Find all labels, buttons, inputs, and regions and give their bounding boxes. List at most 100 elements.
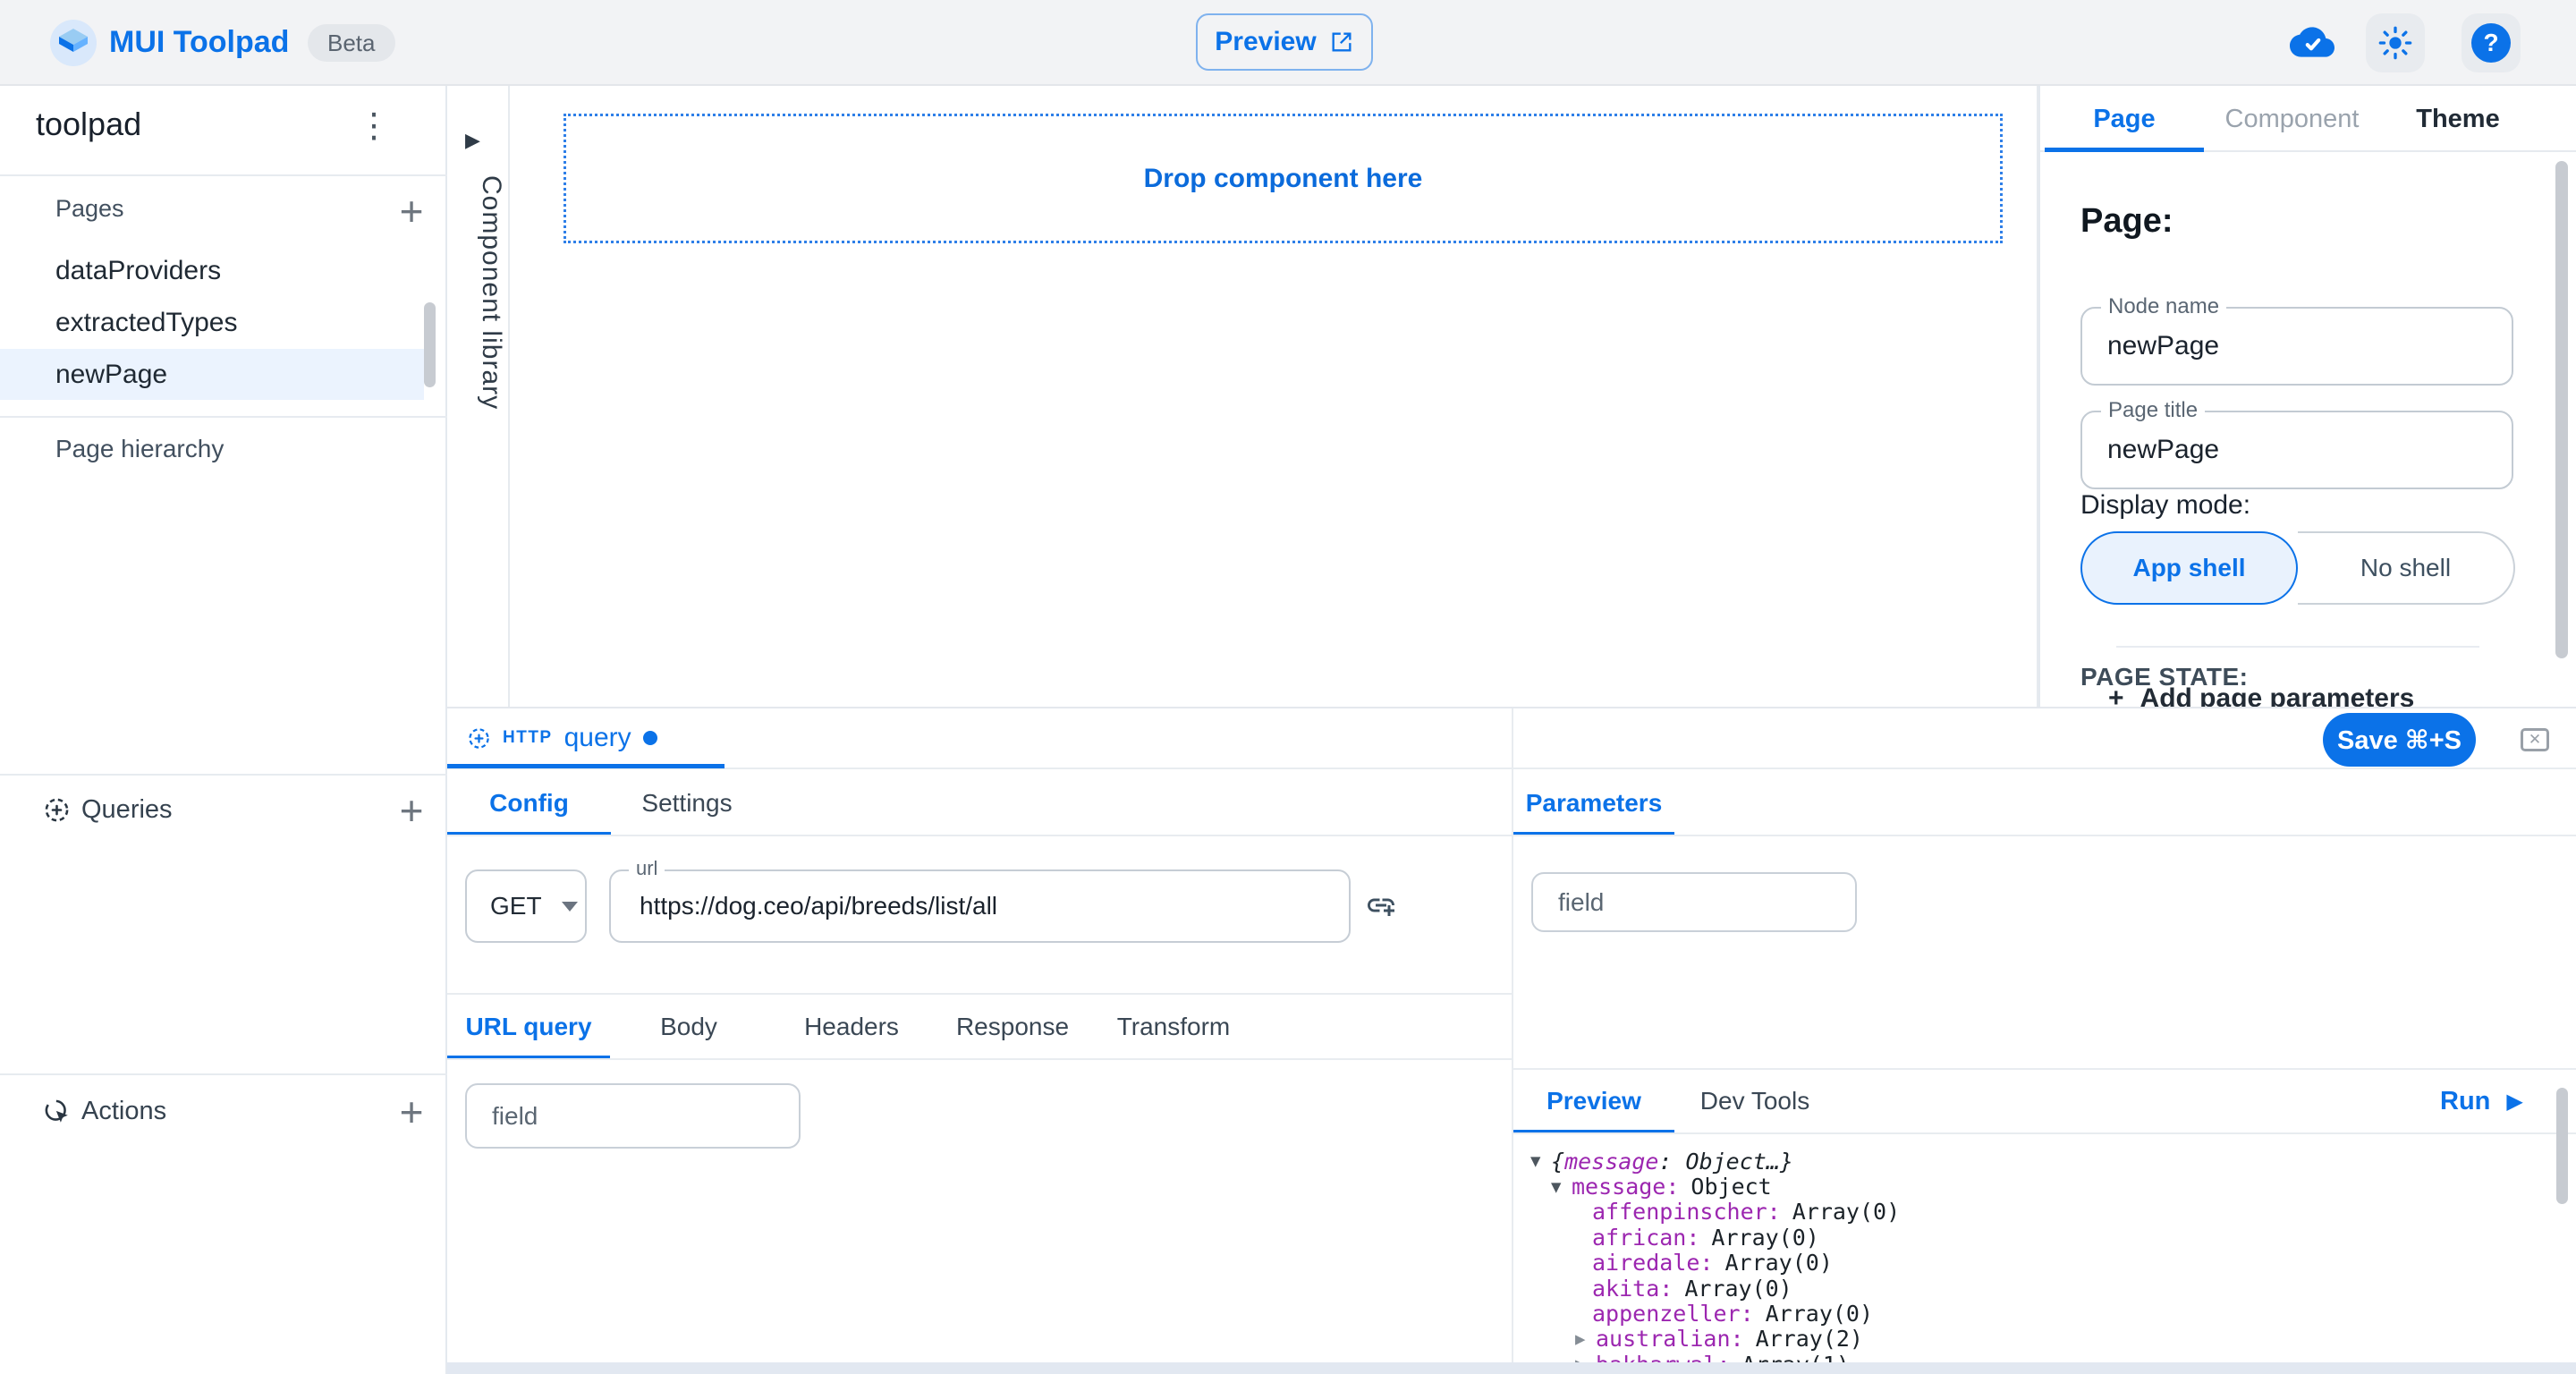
toolpad-logo-icon[interactable] xyxy=(50,20,97,66)
page-title-label: Page title xyxy=(2101,398,2205,423)
request-tabs: URL query Body Headers Response Transfor… xyxy=(447,993,1258,1060)
beta-badge: Beta xyxy=(308,24,395,62)
tab-headers[interactable]: Headers xyxy=(767,993,936,1060)
sun-icon xyxy=(2377,25,2413,61)
display-mode-app-shell[interactable]: App shell xyxy=(2080,531,2298,605)
tab-response[interactable]: Response xyxy=(936,993,1089,1060)
inspector-scrollbar-thumb[interactable] xyxy=(2555,161,2568,658)
explorer-sidebar: toolpad ⋮ Pages + dataProviders extracte… xyxy=(0,86,447,1374)
help-button[interactable]: ? xyxy=(2462,13,2521,72)
tab-parameters[interactable]: Parameters xyxy=(1513,769,1674,836)
tab-theme[interactable]: Theme xyxy=(2380,86,2536,152)
parameters-field-input[interactable] xyxy=(1533,874,1855,930)
component-library-panel[interactable]: ▶ Component library xyxy=(447,86,510,707)
actions-section-header[interactable]: Actions xyxy=(43,1097,166,1126)
sidebar-item-dataProviders[interactable]: dataProviders xyxy=(0,245,424,296)
inspector-tabs: Page Component Theme xyxy=(2040,86,2576,152)
add-query-button[interactable]: + xyxy=(390,789,433,832)
result-scrollbar-thumb[interactable] xyxy=(2556,1088,2568,1204)
result-tabs: Preview Dev Tools xyxy=(1513,1068,1835,1135)
component-library-label: Component library xyxy=(447,175,506,410)
tab-component[interactable]: Component xyxy=(2204,86,2380,152)
sidebar-item-extractedTypes[interactable]: extractedTypes xyxy=(0,297,424,348)
tab-transform[interactable]: Transform xyxy=(1089,993,1258,1060)
tree-value: Array(0) xyxy=(1766,1301,1873,1327)
preview-button-label: Preview xyxy=(1215,27,1316,57)
tab-label: Response xyxy=(956,1013,1069,1041)
add-page-parameters-button[interactable]: + Add page parameters xyxy=(2108,683,2414,707)
divider xyxy=(1513,835,2576,836)
query-icon xyxy=(43,796,71,824)
preview-button[interactable]: Preview xyxy=(1196,13,1373,71)
page-hierarchy-label[interactable]: Page hierarchy xyxy=(55,435,224,463)
node-name-input[interactable] xyxy=(2082,309,2512,384)
pages-scrollbar-thumb[interactable] xyxy=(424,302,436,387)
http-method-select[interactable]: GET xyxy=(465,869,587,943)
display-mode-no-shell[interactable]: No shell xyxy=(2298,531,2515,605)
sidebar-item-newPage[interactable]: newPage xyxy=(0,349,424,400)
close-panel-button[interactable]: ✕ xyxy=(2521,728,2549,751)
page-heading: Page: xyxy=(2080,202,2173,241)
save-button[interactable]: Save ⌘+S xyxy=(2323,713,2476,767)
queries-section-header[interactable]: Queries xyxy=(43,795,173,825)
url-input[interactable] xyxy=(611,871,1349,941)
query-name-label: query xyxy=(564,723,631,753)
tab-preview[interactable]: Preview xyxy=(1513,1068,1674,1134)
tree-row: affenpinscher:Array(0) xyxy=(1530,1200,1900,1225)
page-canvas: Drop component here xyxy=(512,86,2037,707)
url-query-field-input[interactable] xyxy=(467,1085,799,1147)
triangle-right-icon[interactable]: ▶ xyxy=(1575,1329,1596,1349)
add-link-icon[interactable] xyxy=(1365,889,1397,926)
project-menu-button[interactable]: ⋮ xyxy=(354,102,394,148)
divider xyxy=(0,1073,447,1075)
divider xyxy=(2116,646,2479,648)
run-button[interactable]: Run ▶ xyxy=(2440,1068,2523,1134)
plus-icon: + xyxy=(2108,683,2124,707)
tree-text: { xyxy=(1551,1149,1564,1175)
page-title-input[interactable] xyxy=(2082,412,2512,488)
triangle-right-icon[interactable]: ▶ xyxy=(1575,1354,1596,1362)
tab-page[interactable]: Page xyxy=(2045,86,2204,152)
tree-row: akita:Array(0) xyxy=(1530,1276,1900,1301)
query-tab-http-query[interactable]: HTTP query xyxy=(467,708,657,768)
config-tabs: Config Settings xyxy=(447,769,763,836)
add-page-parameters-label: Add page parameters xyxy=(2140,683,2415,707)
tab-label: Preview xyxy=(1546,1087,1641,1115)
kebab-icon: ⋮ xyxy=(357,106,391,146)
tree-row-message[interactable]: ▼message:Object xyxy=(1530,1174,1900,1199)
tab-label: Body xyxy=(660,1013,717,1041)
action-click-icon xyxy=(43,1098,71,1125)
plus-icon: + xyxy=(400,790,424,831)
cloud-synced-icon[interactable] xyxy=(2290,23,2334,63)
app-header: MUI Toolpad Beta Preview xyxy=(0,0,2576,86)
add-action-button[interactable]: + xyxy=(390,1090,433,1133)
triangle-down-icon[interactable]: ▼ xyxy=(1551,1177,1572,1197)
tree-row-expandable[interactable]: ▶australian:Array(2) xyxy=(1530,1327,1900,1352)
inspector-panel: Page Component Theme Page: Node name Pag… xyxy=(2038,86,2576,707)
plus-icon: + xyxy=(400,1091,424,1132)
tab-config[interactable]: Config xyxy=(447,769,611,836)
tab-dev-tools[interactable]: Dev Tools xyxy=(1674,1068,1835,1134)
add-page-button[interactable]: + xyxy=(390,190,433,233)
expand-library-icon[interactable]: ▶ xyxy=(465,129,480,152)
url-field-label: url xyxy=(629,857,665,880)
close-icon: ✕ xyxy=(2529,731,2541,749)
plus-icon: + xyxy=(400,191,424,232)
display-mode-toggle: App shell No shell xyxy=(2080,531,2515,605)
tree-root-row[interactable]: ▼{message: Object…} xyxy=(1530,1149,1900,1174)
page-item-label: extractedTypes xyxy=(55,308,237,338)
tree-value: Array(2) xyxy=(1756,1326,1863,1352)
horizontal-scrollbar-track[interactable] xyxy=(447,1362,2576,1374)
triangle-down-icon[interactable]: ▼ xyxy=(1530,1151,1551,1171)
queries-label: Queries xyxy=(81,795,173,825)
tab-body[interactable]: Body xyxy=(610,993,767,1060)
tab-label: Component xyxy=(2225,105,2360,134)
tab-settings[interactable]: Settings xyxy=(611,769,763,836)
tab-url-query[interactable]: URL query xyxy=(447,993,610,1060)
theme-toggle-button[interactable] xyxy=(2366,13,2425,72)
tree-key: african: xyxy=(1592,1225,1699,1251)
tree-row-expandable[interactable]: ▶bakharwal:Array(1) xyxy=(1530,1352,1900,1362)
run-label: Run xyxy=(2440,1087,2490,1116)
component-dropzone[interactable]: Drop component here xyxy=(564,114,2003,243)
json-result-tree: ▼{message: Object…} ▼message:Object affe… xyxy=(1530,1149,1900,1362)
